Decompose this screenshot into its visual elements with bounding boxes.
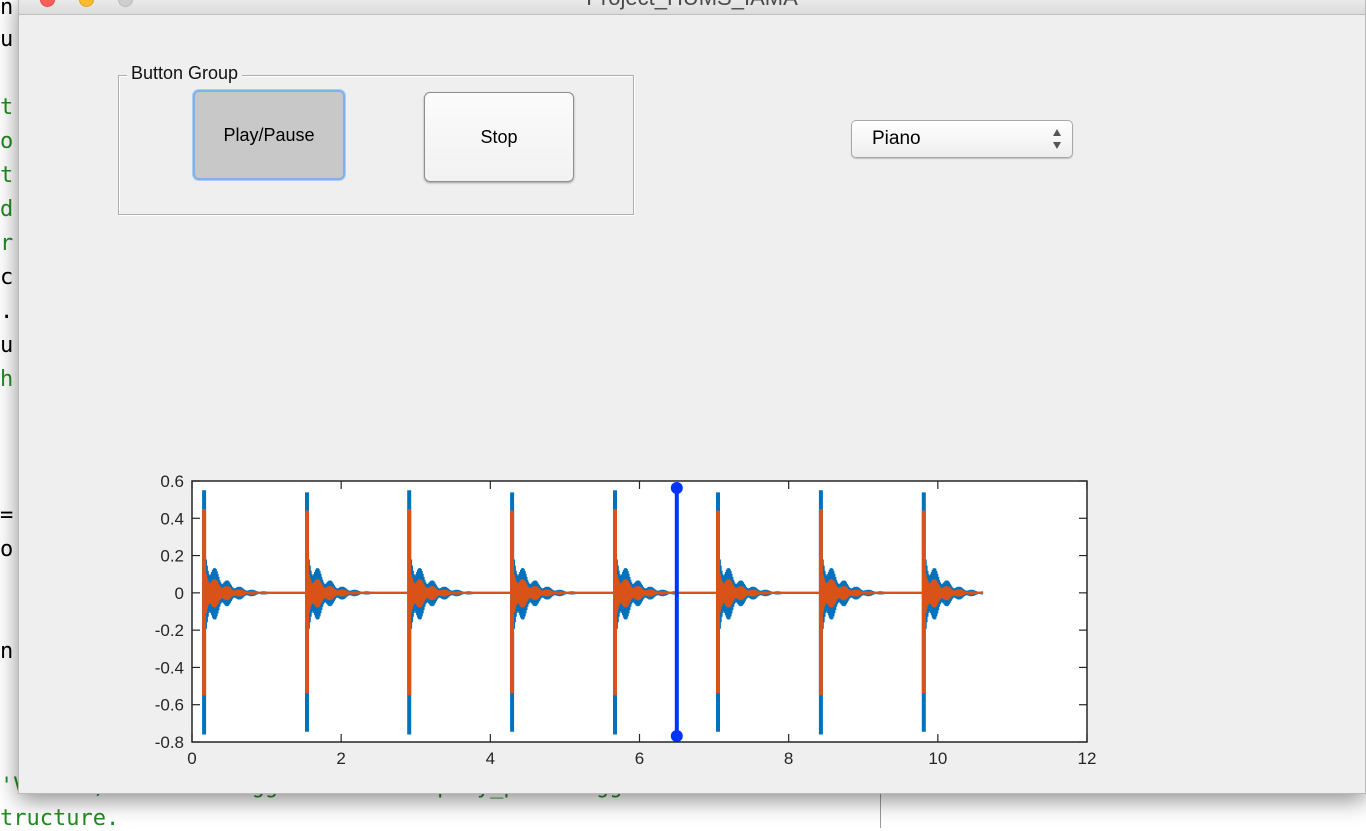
x-tick-label: 0: [187, 749, 196, 768]
plot-area: [192, 481, 1087, 742]
x-tick-label: 8: [784, 749, 793, 768]
editor-line-fragment: n: [0, 0, 14, 20]
x-tick-label: 12: [1078, 749, 1097, 768]
playhead-top-marker: [670, 482, 683, 494]
y-tick-label: 0: [175, 584, 184, 603]
y-tick-label: 0.6: [160, 472, 184, 491]
editor-line-fragment: n: [0, 639, 14, 664]
x-tick-label: 10: [928, 749, 947, 768]
editor-line-fragment: u: [0, 333, 14, 358]
waveform-axes[interactable]: 0 2 4 6 8 10 12 0.6 0.4 0.2 0 -0.2 -0.4 -0.6 -0.8: [19, 0, 1365, 793]
editor-line-fragment: .: [0, 299, 14, 324]
y-tick-label: 0.2: [160, 547, 184, 566]
y-tick-label: -0.6: [155, 696, 184, 715]
playhead-bottom-marker: [670, 730, 683, 742]
editor-line-fragment: o: [0, 537, 14, 562]
editor-line-fragment: t: [0, 95, 14, 120]
y-tick-label: -0.2: [155, 621, 184, 640]
editor-line-fragment: =: [0, 503, 14, 528]
y-tick-label: 0.4: [160, 509, 184, 528]
figure-window: Project_HUMS_IAMA Button Group Play/Paus…: [18, 0, 1366, 794]
editor-divider: [880, 790, 881, 828]
x-tick-label: 4: [486, 749, 495, 768]
editor-line-fragment: h: [0, 367, 14, 392]
editor-comment-line-2: tructure.: [0, 806, 120, 831]
editor-line-fragment: o: [0, 129, 14, 154]
x-tick-label: 2: [336, 749, 345, 768]
editor-line-fragment: d: [0, 197, 14, 222]
editor-line-fragment: r: [0, 231, 14, 256]
x-tick-label: 6: [635, 749, 644, 768]
editor-line-fragment: c: [0, 265, 14, 290]
editor-line-fragment: u: [0, 27, 14, 52]
y-tick-label: -0.8: [155, 733, 184, 752]
y-tick-label: -0.4: [155, 658, 184, 677]
editor-line-fragment: t: [0, 163, 14, 188]
